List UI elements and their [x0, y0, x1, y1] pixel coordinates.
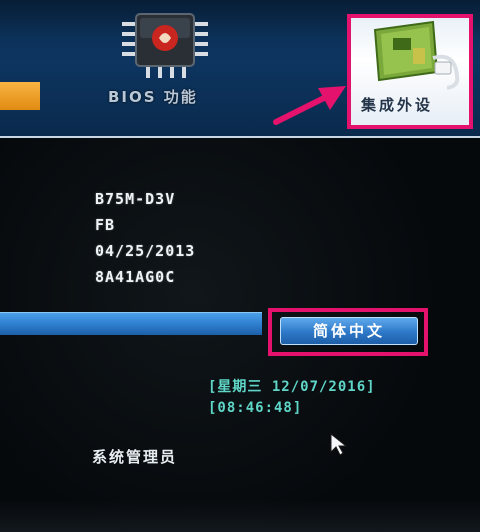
pointer-arrow-icon	[273, 86, 346, 125]
system-date[interactable]: [星期三 12/07/2016]	[208, 376, 376, 396]
previous-tab-edge[interactable]	[0, 82, 40, 110]
chip-icon	[122, 13, 208, 78]
mouse-cursor-icon	[330, 433, 348, 456]
bios-date: 04/25/2013	[95, 242, 196, 260]
language-highlight-frame: 简体中文	[268, 308, 428, 356]
language-select-button[interactable]: 简体中文	[280, 317, 418, 345]
top-menu-bar: BIOS 功能 集成外设	[0, 0, 480, 138]
tab-peripherals[interactable]: 集成外设	[347, 14, 473, 129]
bottom-glare	[0, 500, 480, 532]
access-level: 系统管理员	[92, 448, 178, 466]
system-time[interactable]: [08:46:48]	[208, 400, 302, 416]
bios-screen: BIOS 功能 集成外设 B75M-D3V FB 04/25/2013 8A41…	[0, 0, 480, 532]
bios-id: 8A41AG0C	[95, 268, 176, 286]
bios-version: FB	[95, 216, 116, 234]
language-row-highlight[interactable]	[0, 312, 262, 335]
tab-bios-features-label: BIOS 功能	[108, 88, 198, 106]
circuit-board-icon	[373, 20, 460, 90]
tab-peripherals-label: 集成外设	[361, 96, 434, 114]
motherboard-model: B75M-D3V	[95, 190, 176, 208]
